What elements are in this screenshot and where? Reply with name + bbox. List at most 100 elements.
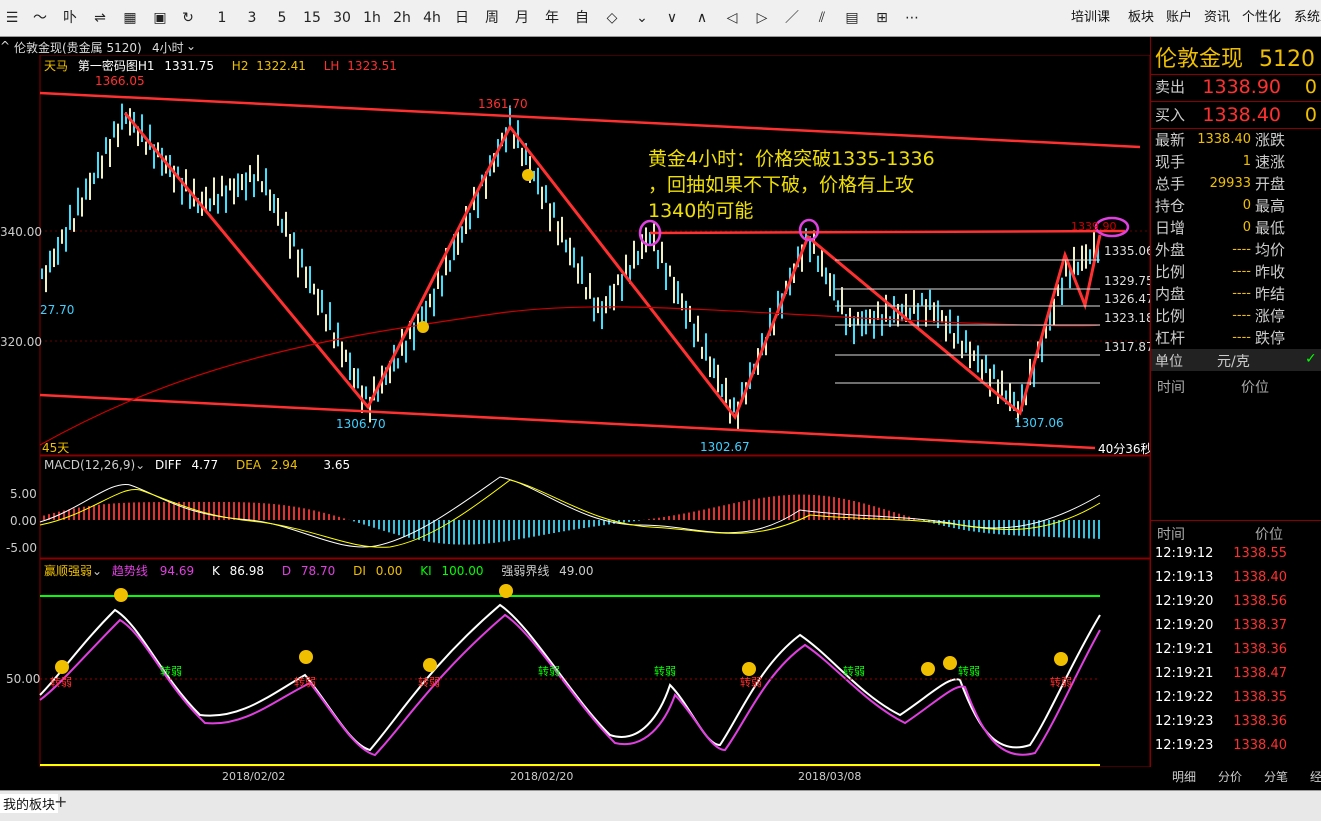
tick-row: 12:19:20 1338.37 <box>1151 615 1321 637</box>
tick-time: 12:19:23 <box>1155 714 1214 729</box>
indicator-header: 天马 第一密码图H1 1331.75 H2 1322.41 LH 1323.51 <box>44 57 397 74</box>
annotation-line-3: 1340的可能 <box>648 200 754 222</box>
weak-label: 转弱 <box>160 665 182 678</box>
d-label: D <box>281 564 292 578</box>
macd-tick-5: 5.00 <box>10 487 37 501</box>
arrow-right-icon[interactable]: ▷ <box>750 8 774 28</box>
tab-price-split[interactable]: 分价 <box>1218 767 1242 787</box>
indicator-value: 1331.75 <box>164 59 214 73</box>
toolbox-icon[interactable]: ⊞ <box>870 8 894 28</box>
period-12[interactable]: 自 <box>570 8 594 28</box>
stat-value: 29933 <box>1209 176 1251 191</box>
weak-label: 转弱 <box>294 676 316 689</box>
text-block-icon[interactable]: ▤ <box>840 8 864 28</box>
tick-time: 12:19:13 <box>1155 570 1214 585</box>
chart-icon[interactable]: 〜 <box>28 8 52 28</box>
buy-label: 买入 <box>1155 106 1186 124</box>
tab-tick[interactable]: 分笔 <box>1264 767 1288 787</box>
tick-time: 12:19:23 <box>1155 738 1214 753</box>
weak-label: 转弱 <box>740 676 762 689</box>
period-6[interactable]: 2h <box>390 8 414 28</box>
period-chevron-icon[interactable]: ⌄ <box>186 39 196 53</box>
period-9[interactable]: 周 <box>480 8 504 28</box>
save-icon[interactable]: ▣ <box>148 8 172 28</box>
tick-row: 12:19:23 1338.36 <box>1151 711 1321 733</box>
diamond-icon[interactable]: ◇ <box>600 8 624 28</box>
more-icon[interactable]: ⋯ <box>900 8 924 28</box>
fib-1323: 1323.18 <box>1104 311 1154 325</box>
period-2[interactable]: 5 <box>270 8 294 28</box>
analysis-annotation: 黄金4小时：价格突破1335-1336 ，回抽如果不下破，价格有上攻 1340的… <box>648 146 935 224</box>
menu-personalize[interactable]: 个性化 <box>1242 8 1281 28</box>
stat-row: 杠杆 ---- 跌停 <box>1151 327 1321 349</box>
my-sector-tab[interactable]: 我的板块 <box>0 794 59 813</box>
d-value: 78.70 <box>300 564 336 578</box>
tab-more[interactable]: 经 <box>1310 767 1321 787</box>
stat-label: 总手 <box>1155 175 1186 193</box>
tick-row: 12:19:20 1338.56 <box>1151 591 1321 613</box>
tick-price: 1338.56 <box>1233 594 1287 609</box>
days-label: 45天 <box>42 441 70 455</box>
refresh-icon[interactable]: ↻ <box>176 8 200 28</box>
grid-icon[interactable]: ▦ <box>118 8 142 28</box>
col-time: 时间 <box>1157 380 1185 396</box>
menu-news[interactable]: 资讯 <box>1204 8 1230 28</box>
trend-value: 94.69 <box>159 564 195 578</box>
period-8[interactable]: 日 <box>450 8 474 28</box>
tick-time: 12:19:12 <box>1155 546 1214 561</box>
weak-label: 转弱 <box>418 676 440 689</box>
menu-system[interactable]: 系统工 <box>1294 8 1321 28</box>
k-label: K <box>211 564 220 578</box>
add-tab-icon[interactable]: + <box>54 792 67 811</box>
back-icon[interactable]: ^ <box>0 39 10 53</box>
period-1[interactable]: 3 <box>240 8 264 28</box>
main-chart[interactable] <box>0 55 1150 767</box>
period-7[interactable]: 4h <box>420 8 444 28</box>
tick-row: 12:19:21 1338.36 <box>1151 639 1321 661</box>
macd-tick-0: 0.00 <box>10 514 37 528</box>
stat-label: 最新 <box>1155 131 1186 149</box>
weak-label: 转弱 <box>654 665 676 678</box>
tab-detail[interactable]: 明细 <box>1172 767 1196 787</box>
fib-1339: 1339.90 <box>1071 220 1117 233</box>
h2-value: 1322.41 <box>256 59 306 73</box>
parallel-line-icon[interactable]: ⫽ <box>810 8 834 28</box>
period-4[interactable]: 30 <box>330 8 354 28</box>
menu-sector[interactable]: 板块 <box>1128 8 1154 28</box>
kd-header: 赢顺强弱⌄ 趋势线 94.69 K 86.98 D 78.70 DI 0.00 … <box>44 564 594 578</box>
list-icon[interactable]: ☰ <box>0 8 24 28</box>
chart-title-bar: ^ 伦敦金现(贵金属 5120) 4小时 ⌄ <box>0 37 1150 55</box>
period-11[interactable]: 年 <box>540 8 564 28</box>
period-0[interactable]: 1 <box>210 8 234 28</box>
period-3[interactable]: 15 <box>300 8 324 28</box>
ki-label: KI <box>420 564 432 578</box>
menu-account[interactable]: 账户 <box>1166 8 1192 28</box>
chevrons-down-icon[interactable]: ⌄ <box>630 8 654 28</box>
adjust-icon[interactable]: ⇌ <box>88 8 112 28</box>
col-price: 价位 <box>1241 380 1269 396</box>
instrument-name: 伦敦金现(贵金属 5120) <box>14 41 142 55</box>
stat-label-2: 昨结 <box>1255 285 1286 303</box>
stat-label-2: 均价 <box>1255 241 1286 259</box>
menu-training[interactable]: 培训课 <box>1071 8 1110 28</box>
y-tick-320: 320.00 <box>0 335 42 349</box>
line-draw-icon[interactable]: ／ <box>780 8 804 28</box>
period-10[interactable]: 月 <box>510 8 534 28</box>
chevron-down-icon[interactable]: ∨ <box>660 8 684 28</box>
stat-value: 1 <box>1242 154 1251 169</box>
arrow-left-icon[interactable]: ◁ <box>720 8 744 28</box>
period-selector[interactable]: 4小时 <box>152 39 184 56</box>
stat-row: 比例 ---- 昨收 <box>1151 261 1321 283</box>
price-label-1302: 1302.67 <box>700 440 750 454</box>
period-5[interactable]: 1h <box>360 8 384 28</box>
fib-1326: 1326.47 <box>1104 292 1154 306</box>
check-icon: ✓ <box>1305 351 1317 367</box>
chevron-up-icon[interactable]: ∧ <box>690 8 714 28</box>
candle-icon[interactable]: 卟 <box>58 8 82 28</box>
stat-label-2: 涨停 <box>1255 307 1286 325</box>
di-label: DI <box>353 564 366 578</box>
indicator-sub: 第一密码图H1 <box>77 59 155 73</box>
date-label: 2018/02/20 <box>510 770 574 783</box>
date-axis: 2018/02/02 2018/02/20 2018/03/08 <box>0 767 1150 789</box>
left-price-label: 27.70 <box>40 303 75 317</box>
